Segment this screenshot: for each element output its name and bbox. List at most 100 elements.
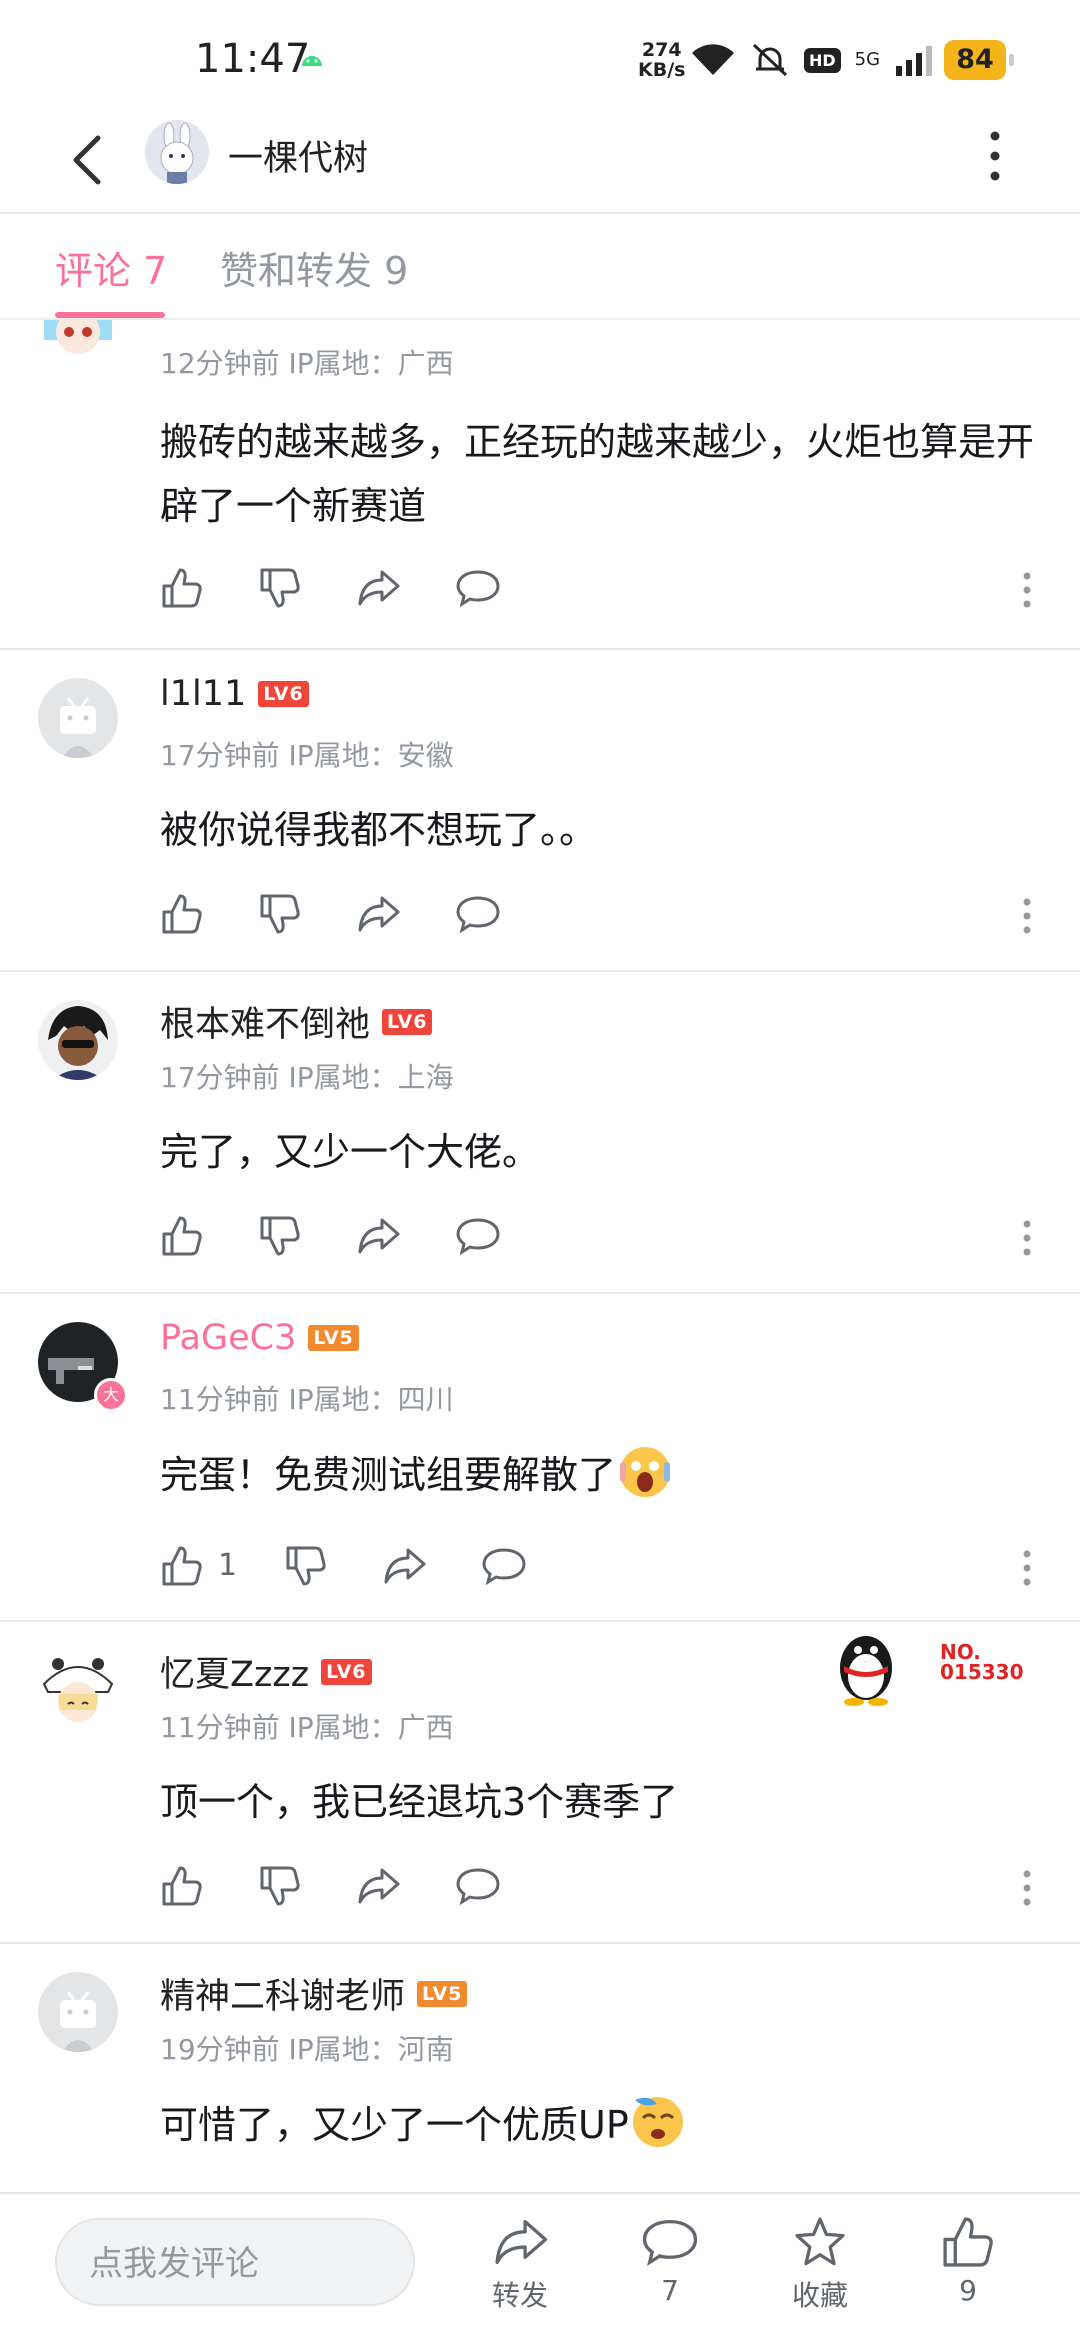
like-icon[interactable] <box>160 566 204 610</box>
user-name[interactable]: PaGeC3 LV5 <box>160 1318 359 1358</box>
signal-icon <box>896 46 933 76</box>
reply-icon[interactable] <box>456 566 500 610</box>
reply-icon[interactable] <box>456 1864 500 1908</box>
share-icon[interactable] <box>356 1864 400 1908</box>
user-avatar[interactable] <box>38 1650 118 1730</box>
mute-bell-icon <box>752 43 788 77</box>
scream-emoji-icon <box>620 1447 671 1497</box>
dislike-icon[interactable] <box>284 1544 328 1588</box>
repost-label: 转发 <box>491 2279 548 2312</box>
user-avatar[interactable] <box>38 320 118 360</box>
user-avatar[interactable]: 大 <box>38 1322 128 1412</box>
comment-meta: 19分钟前 IP属地：河南 <box>160 2033 454 2066</box>
user-name[interactable]: 根本难不倒祂 LV6 <box>160 996 433 1047</box>
level-badge: LV5 <box>308 1325 359 1351</box>
repost-button[interactable]: 转发 <box>470 2214 570 2314</box>
comment-icon <box>642 2219 698 2266</box>
reply-icon[interactable] <box>456 1214 500 1258</box>
like-icon[interactable] <box>160 1214 204 1258</box>
favorite-label: 收藏 <box>791 2279 848 2312</box>
comment-actions <box>160 892 1040 942</box>
share-icon[interactable] <box>382 1544 426 1588</box>
comment-item: 根本难不倒祂 LV6 17分钟前 IP属地：上海 完了，又少一个大佬。 <box>0 972 1080 1294</box>
comment-text: 完了，又少一个大佬。 <box>160 1130 541 1174</box>
comment-meta: 17分钟前 IP属地：安徽 <box>160 739 454 772</box>
comment-actions <box>160 1214 1040 1264</box>
share-icon[interactable] <box>356 892 400 936</box>
share-icon[interactable] <box>356 1214 400 1258</box>
comment-actions: 1 <box>160 1544 1040 1594</box>
comment-button[interactable]: 7 <box>620 2214 720 2307</box>
like-icon[interactable] <box>160 1544 204 1588</box>
comment-list[interactable]: 12分钟前 IP属地：广西 搬砖的越来越多，正经玩的越来越少，火炬也算是开辟了一… <box>0 320 1080 2190</box>
tab-comments[interactable]: 评论 7 <box>55 240 167 295</box>
comment-more-icon[interactable] <box>1020 1866 1034 1910</box>
tab-bar: 评论 7 赞和转发 9 <box>0 214 1080 320</box>
comment-item: 精神二科谢老师 LV5 19分钟前 IP属地：河南 可惜了，又少了一个优质UP <box>0 1944 1080 2190</box>
android-icon <box>302 56 322 66</box>
status-time: 11:47 <box>195 36 311 82</box>
level-badge: LV6 <box>321 1658 372 1685</box>
user-name[interactable]: 精神二科谢老师 LV5 <box>160 1968 468 2019</box>
comment-text: 顶一个，我已经退坑3个赛季了 <box>160 1780 679 1824</box>
comment-actions <box>160 566 1040 616</box>
comment-text: 可惜了，又少了一个优质UP <box>160 2092 1040 2157</box>
up-name[interactable]: 一棵代树 <box>228 130 368 181</box>
user-name[interactable]: l1l11 LV6 <box>160 674 309 714</box>
tab-likes-reposts[interactable]: 赞和转发 9 <box>220 240 408 295</box>
hd-badge: HD <box>804 47 841 73</box>
vip-badge: 大 <box>94 1378 128 1412</box>
comment-more-icon[interactable] <box>1020 1546 1034 1590</box>
like-icon[interactable] <box>160 1864 204 1908</box>
battery-indicator: 84 <box>944 40 1014 80</box>
user-avatar[interactable] <box>38 1972 118 2052</box>
comment-input[interactable]: 点我发评论 <box>55 2218 415 2306</box>
comment-item: 12分钟前 IP属地：广西 搬砖的越来越多，正经玩的越来越少，火炬也算是开辟了一… <box>0 320 1080 650</box>
like-icon <box>943 2217 993 2267</box>
net-speed: 274 KB/s <box>638 39 686 81</box>
qq-penguin-icon <box>840 1636 892 1706</box>
back-arrow-icon[interactable] <box>60 130 120 190</box>
comment-meta: 11分钟前 IP属地：四川 <box>160 1383 454 1416</box>
up-avatar[interactable] <box>145 120 209 184</box>
dislike-icon[interactable] <box>258 1214 302 1258</box>
dislike-icon[interactable] <box>258 892 302 936</box>
comment-item: 大 PaGeC3 LV5 11分钟前 IP属地：四川 完蛋！免费测试组要解散了 … <box>0 1294 1080 1622</box>
share-icon[interactable] <box>356 566 400 610</box>
level-badge: LV5 <box>417 1980 468 2007</box>
user-name[interactable]: 忆夏Zzzz LV6 <box>160 1646 372 1697</box>
like-button[interactable]: 9 <box>918 2214 1018 2307</box>
wifi-icon <box>692 44 734 75</box>
level-badge: LV6 <box>258 681 309 707</box>
comment-count: 7 <box>661 2274 679 2307</box>
user-avatar[interactable] <box>38 1000 118 1080</box>
comment-text: 搬砖的越来越多，正经玩的越来越少，火炬也算是开辟了一个新赛道 <box>160 420 1035 528</box>
reply-icon[interactable] <box>482 1544 526 1588</box>
level-badge: LV6 <box>382 1008 433 1035</box>
favorite-button[interactable]: 收藏 <box>770 2214 870 2314</box>
comment-text: 被你说得我都不想玩了。。 <box>160 808 598 852</box>
comment-item: l1l11 LV6 17分钟前 IP属地：安徽 被你说得我都不想玩了。。 <box>0 650 1080 972</box>
like-count: 9 <box>959 2274 977 2307</box>
comment-more-icon[interactable] <box>1020 1216 1034 1260</box>
comment-item: 忆夏Zzzz LV6 NO. 015330 11分钟前 IP属地：广西 顶一个，… <box>0 1622 1080 1944</box>
comment-meta: 12分钟前 IP属地：广西 <box>160 347 454 380</box>
status-bar: 11:47 274 KB/s HD 5G 84 <box>0 0 1080 120</box>
comment-more-icon[interactable] <box>1020 894 1034 938</box>
comment-more-icon[interactable] <box>1020 568 1034 612</box>
star-icon <box>795 2217 845 2266</box>
comment-text: 完蛋！免费测试组要解散了 <box>160 1442 1040 1507</box>
share-icon <box>495 2219 548 2265</box>
dislike-icon[interactable] <box>258 1864 302 1908</box>
reply-icon[interactable] <box>456 892 500 936</box>
user-avatar[interactable] <box>38 678 118 758</box>
like-icon[interactable] <box>160 892 204 936</box>
fan-badge-number: NO. 015330 <box>940 1640 1024 1684</box>
dislike-icon[interactable] <box>258 566 302 610</box>
bottom-action-bar: 点我发评论 转发 7 收藏 9 <box>0 2192 1080 2342</box>
comment-actions <box>160 1864 1040 1914</box>
tab-indicator <box>55 312 165 318</box>
more-vertical-icon[interactable] <box>975 124 1015 188</box>
comment-meta: 11分钟前 IP属地：广西 <box>160 1711 454 1744</box>
comment-meta: 17分钟前 IP属地：上海 <box>160 1061 454 1094</box>
